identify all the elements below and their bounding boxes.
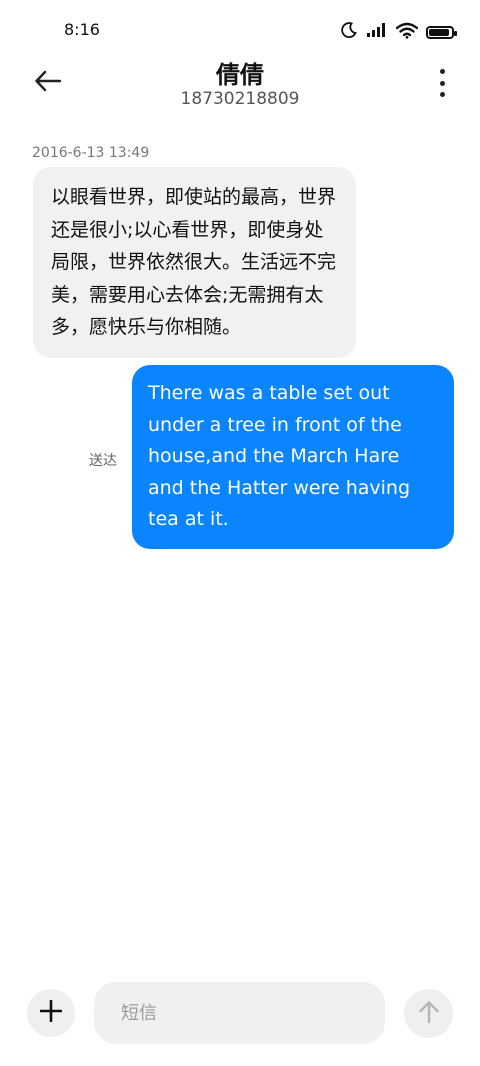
more-options-button[interactable]	[434, 69, 450, 97]
incoming-message-bubble[interactable]: 以眼看世界，即使站的最高，世界还是很小;以心看世界，即使身处局限，世界依然很大。…	[33, 167, 356, 358]
battery-icon	[426, 25, 457, 39]
status-bar: 8:16	[0, 0, 480, 60]
contact-number: 18730218809	[180, 89, 300, 109]
message-input[interactable]	[94, 982, 385, 1044]
delivery-status: 送达	[89, 453, 117, 469]
arrow-up-icon	[418, 1000, 440, 1028]
more-dot	[439, 69, 445, 74]
status-time: 8:16	[64, 20, 100, 39]
battery-fill	[429, 28, 449, 36]
plus-icon	[39, 999, 63, 1026]
conversation-header: 倩倩 18730218809	[0, 55, 480, 115]
wifi-icon	[395, 22, 419, 43]
contact-name: 倩倩	[216, 61, 264, 89]
status-icons	[340, 21, 457, 43]
composer-bar	[0, 980, 480, 1050]
moon-icon	[340, 21, 358, 43]
message-timestamp: 2016-6-13 13:49	[32, 145, 150, 161]
add-attachment-button[interactable]	[27, 989, 75, 1037]
outgoing-message-bubble[interactable]: There was a table set out under a tree i…	[132, 365, 454, 549]
send-button[interactable]	[404, 989, 453, 1038]
more-dot	[439, 92, 445, 97]
more-dot	[439, 80, 445, 86]
signal-icon	[366, 22, 388, 42]
